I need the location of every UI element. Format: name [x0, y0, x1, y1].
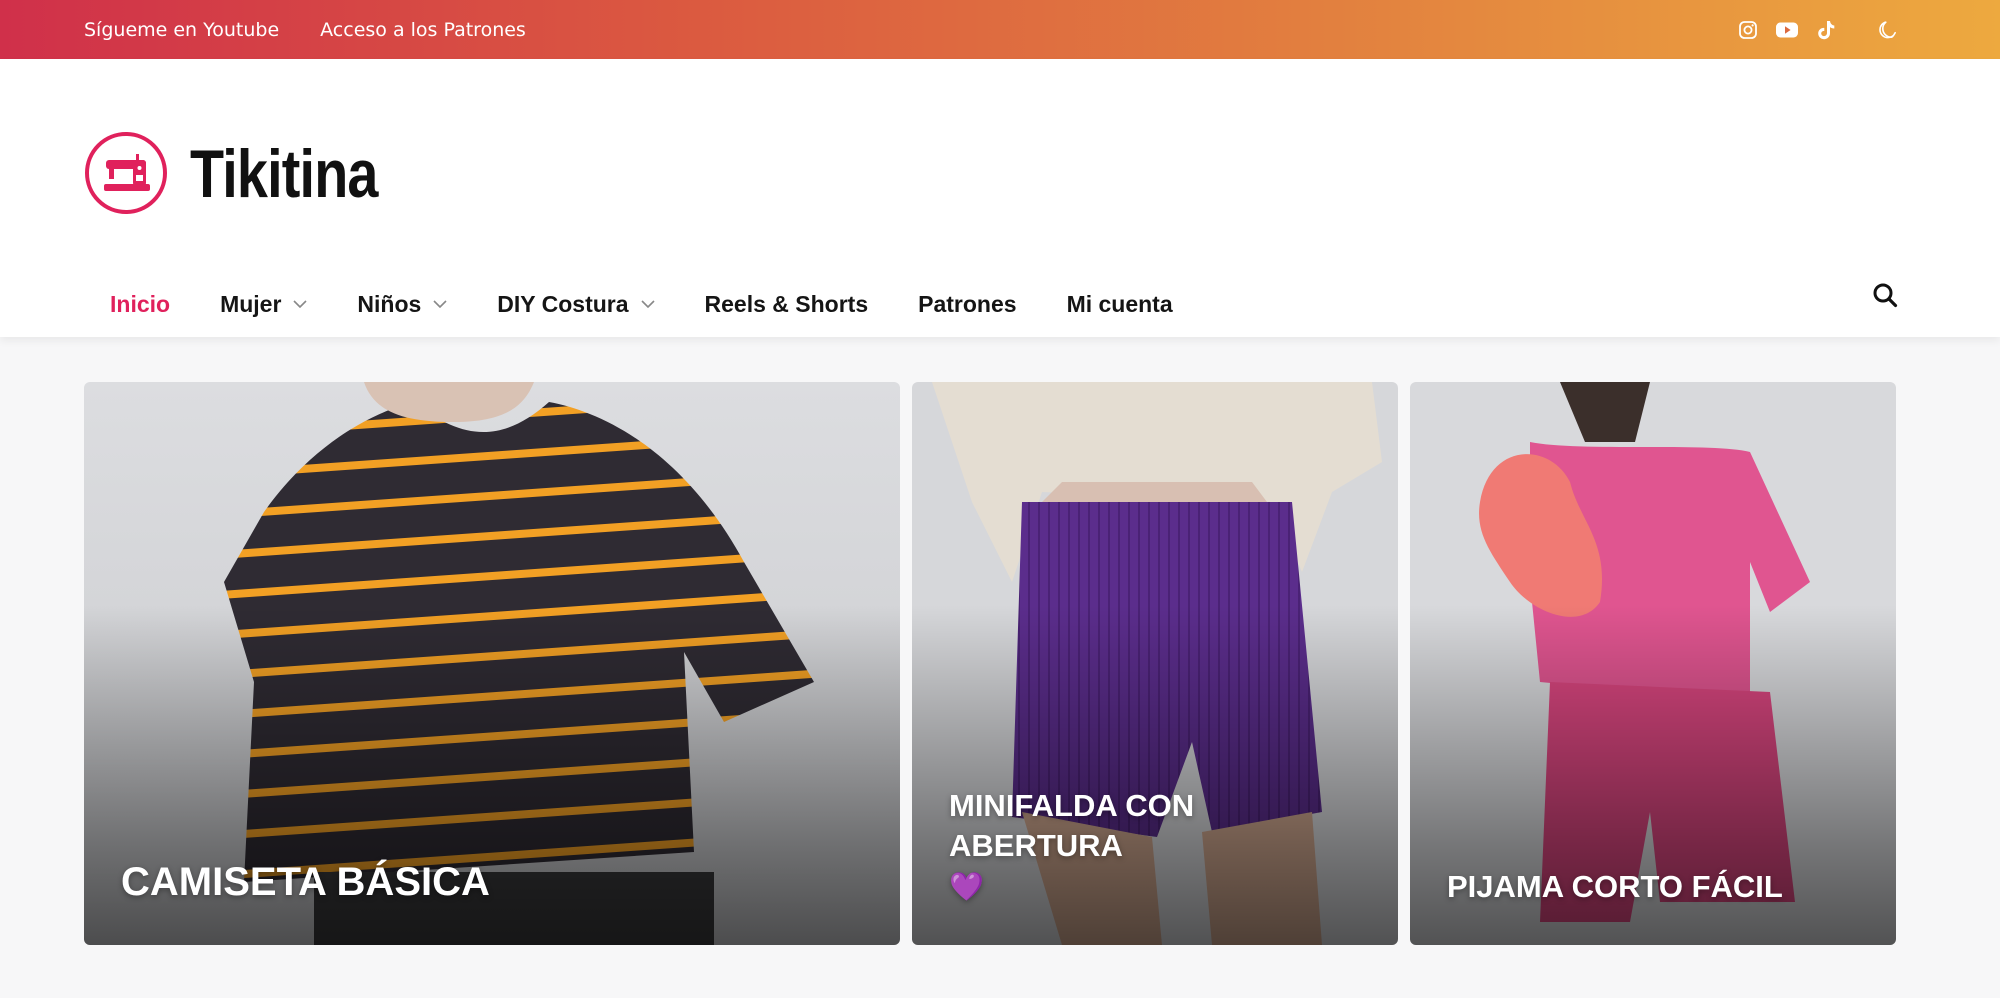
nav-item-mujer[interactable]: Mujer: [220, 291, 307, 318]
instagram-icon[interactable]: [1736, 18, 1760, 42]
featured-card[interactable]: MINIFALDA CON ABERTURA 💜: [912, 382, 1398, 945]
card-title-text: MINIFALDA CON ABERTURA: [949, 788, 1195, 863]
nav-item-patrones[interactable]: Patrones: [918, 291, 1016, 318]
moon-icon[interactable]: [1876, 18, 1900, 42]
top-bar: Sígueme en Youtube Acceso a los Patrones: [0, 0, 2000, 59]
nav-label: Reels & Shorts: [704, 290, 869, 317]
nav-label: Mi cuenta: [1066, 290, 1173, 317]
featured-card[interactable]: CAMISETA BÁSICA: [84, 382, 900, 945]
nav-item-reels-shorts[interactable]: Reels & Shorts: [705, 291, 869, 318]
featured-card[interactable]: PIJAMA CORTO FÁCIL: [1410, 382, 1896, 945]
sewing-machine-icon[interactable]: [84, 131, 168, 215]
purple-heart-icon: 💜: [949, 871, 984, 902]
card-title[interactable]: CAMISETA BÁSICA: [121, 860, 870, 905]
main-nav: Inicio Mujer Niños DIY Costura Reels & S…: [110, 278, 1223, 330]
nav-item-ninos[interactable]: Niños: [357, 291, 447, 318]
nav-item-inicio[interactable]: Inicio: [110, 291, 170, 318]
nav-label: Niños: [357, 290, 422, 317]
nav-label: Mujer: [220, 290, 282, 317]
nav-label: Inicio: [110, 290, 171, 317]
nav-item-diy-costura[interactable]: DIY Costura: [497, 290, 655, 318]
chevron-down-icon: [293, 297, 307, 311]
nav-label: DIY Costura: [497, 290, 629, 317]
nav-label: Patrones: [918, 290, 1017, 317]
youtube-follow-link[interactable]: Sígueme en Youtube: [84, 19, 279, 41]
card-title[interactable]: MINIFALDA CON ABERTURA 💜: [949, 786, 1368, 907]
tiktok-icon[interactable]: [1814, 18, 1838, 42]
nav-item-mi-cuenta[interactable]: Mi cuenta: [1067, 291, 1173, 318]
search-icon[interactable]: [1872, 282, 1898, 308]
youtube-icon[interactable]: [1775, 18, 1799, 42]
social-icons: [1721, 0, 1900, 59]
site-title[interactable]: Tikitina: [190, 139, 378, 209]
patterns-access-link[interactable]: Acceso a los Patrones: [320, 19, 526, 41]
chevron-down-icon: [433, 297, 447, 311]
card-title[interactable]: PIJAMA CORTO FÁCIL: [1447, 867, 1866, 907]
top-links: Sígueme en Youtube Acceso a los Patrones: [84, 0, 526, 59]
chevron-down-icon: [640, 297, 655, 311]
site-header: Tikitina Inicio Mujer Niños DIY Costura …: [0, 59, 2000, 337]
